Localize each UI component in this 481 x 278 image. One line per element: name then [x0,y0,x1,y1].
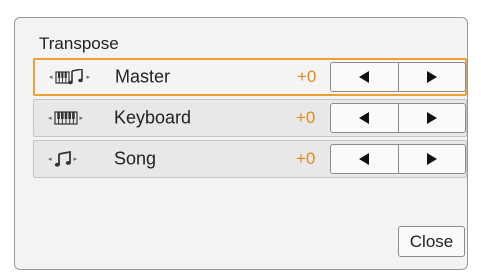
left-triangle-icon [359,71,370,83]
chip-right-arrow-icon: ▸ [79,115,84,122]
transpose-row-keyboard[interactable]: ◂ ▸ Keyboard +0 [33,99,467,137]
row-label: Master [115,66,171,87]
transpose-row-song[interactable]: ◂ ▸ Song +0 [33,140,467,178]
keyboard-stepper[interactable] [330,103,466,133]
row-value: +0 [297,67,317,86]
decrement-button[interactable] [331,63,398,91]
decrement-button[interactable] [331,145,398,173]
chip-left-arrow-icon: ◂ [48,156,52,163]
row-value: +0 [296,108,316,127]
chip-left-arrow-icon: ◂ [48,115,52,122]
chip-left-arrow-icon: ◂ [49,74,53,81]
song-icon-chip: ◂ ▸ [48,151,77,167]
left-triangle-icon [359,153,370,165]
dialog-title: Transpose [39,34,119,53]
piano-music-notes-icon [54,69,83,85]
row-label: Keyboard [114,107,192,128]
master-icon-chip: ◂ ▸ [49,69,90,85]
increment-button[interactable] [397,104,466,132]
increment-button[interactable] [397,145,466,173]
master-stepper[interactable] [330,62,466,92]
song-stepper[interactable] [330,144,466,174]
decrement-button[interactable] [331,104,398,132]
right-triangle-icon [426,71,437,83]
piano-keyboard-icon [53,111,78,125]
left-triangle-icon [359,112,370,124]
chip-right-arrow-icon: ▸ [73,156,78,163]
increment-button[interactable] [397,63,466,91]
right-triangle-icon [426,153,437,165]
row-label: Song [114,148,157,169]
transpose-row-master[interactable]: ◂ ▸ Master +0 [33,58,467,96]
right-triangle-icon [426,112,437,124]
transpose-dialog: Transpose ◂ ▸ Master +0 ◂ ▸ Keyboard +0 … [14,17,468,270]
row-value: +0 [296,149,316,168]
chip-right-arrow-icon: ▸ [86,74,91,81]
close-button[interactable]: Close [398,226,465,257]
music-notes-icon [54,151,71,167]
keyboard-icon-chip: ◂ ▸ [48,111,83,125]
